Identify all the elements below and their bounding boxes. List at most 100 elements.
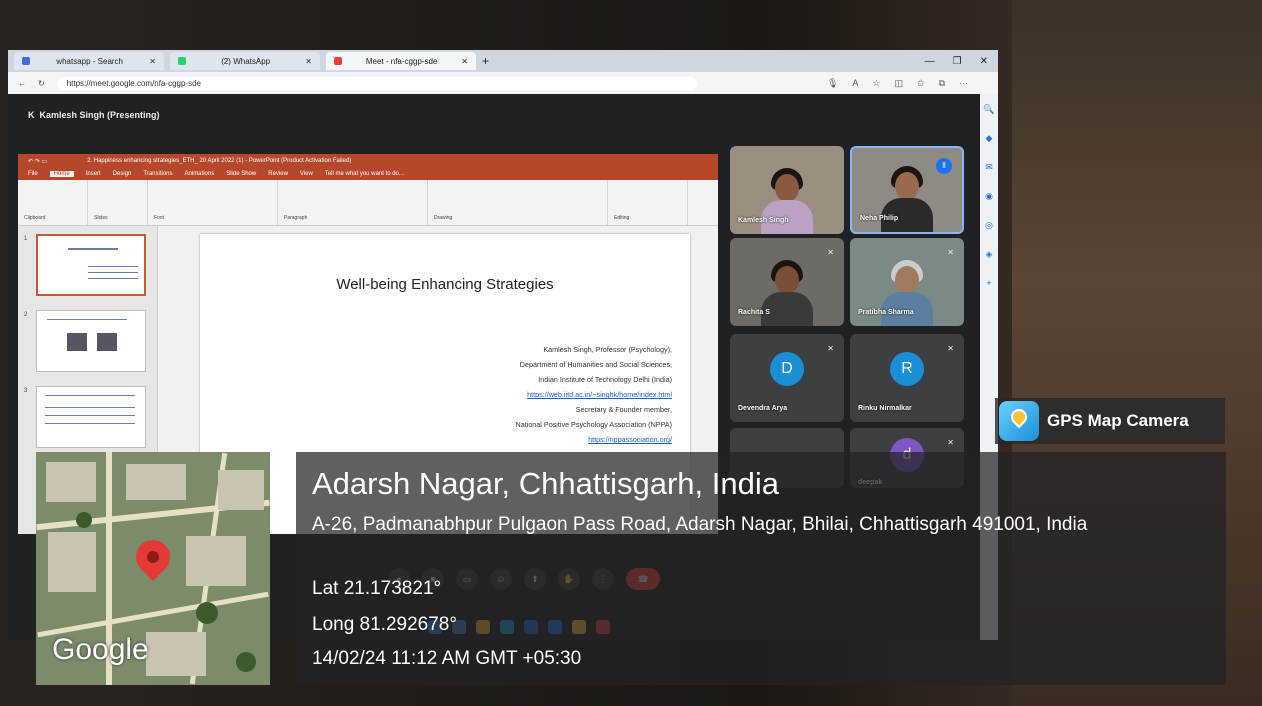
ppt-tab[interactable]: Review xyxy=(268,171,288,177)
participant-name: Rinku Nirmalkar xyxy=(858,405,912,412)
ppt-tab[interactable]: Transitions xyxy=(143,171,172,177)
slide-link[interactable]: https://web.iitd.ac.in/~singhk/home/inde… xyxy=(516,387,672,402)
close-icon[interactable]: ✕ xyxy=(980,56,988,67)
ppt-title: 2. Happiness enhancing strategies_ETH_ 2… xyxy=(87,158,352,164)
favorites-icon[interactable]: ✩ xyxy=(917,78,925,89)
gps-app-badge: GPS Map Camera xyxy=(995,398,1225,444)
slide-line: Secretary & Founder member, xyxy=(575,405,672,414)
ppt-tab[interactable]: Animations xyxy=(185,171,215,177)
whatsapp-icon xyxy=(178,57,186,65)
mic-icon[interactable]: 🎙 xyxy=(827,78,838,89)
office-icon[interactable]: ◎ xyxy=(985,220,993,231)
more-icon[interactable]: ⋯ xyxy=(959,78,968,89)
slide-number: 2 xyxy=(24,312,28,318)
timestamp: 14/02/24 11:12 AM GMT +05:30 xyxy=(312,648,582,669)
participant-tile[interactable]: R ✕ Rinku Nirmalkar xyxy=(850,334,964,422)
ppt-title-bar: ↶ ↷ ▭ 2. Happiness enhancing strategies_E… xyxy=(18,154,718,168)
ribbon-group-label: Editing xyxy=(614,215,630,221)
back-icon[interactable]: ← xyxy=(18,79,26,88)
close-icon[interactable]: ✕ xyxy=(305,57,312,66)
slide-number: 1 xyxy=(24,236,28,242)
participant-name: Pratibha Sharma xyxy=(858,309,914,316)
slide-title: Well-being Enhancing Strategies xyxy=(336,276,554,293)
map-thumbnail: Google xyxy=(36,452,270,685)
ppt-tab[interactable]: View xyxy=(300,171,313,177)
outlook-icon[interactable]: ◈ xyxy=(986,249,993,260)
slide-number: 3 xyxy=(24,388,28,394)
tools-icon[interactable]: ✉ xyxy=(985,162,993,173)
ppt-tab[interactable]: Design xyxy=(113,171,132,177)
mic-off-icon: ✕ xyxy=(947,248,954,257)
gps-camera-icon xyxy=(999,401,1039,441)
participant-tile[interactable]: ✕ Pratibha Sharma xyxy=(850,238,964,326)
ribbon-group: Paragraph xyxy=(278,180,428,225)
games-icon[interactable]: ◉ xyxy=(985,191,993,202)
slide-line: Department of Humanities and Social Scie… xyxy=(519,360,672,369)
slide-link[interactable]: https://nppassociation.org/ xyxy=(516,432,672,447)
tab-label: whatsapp - Search xyxy=(56,56,123,66)
mic-off-icon: ✕ xyxy=(947,438,954,447)
maximize-icon[interactable]: ❐ xyxy=(953,56,962,67)
location-pin-icon xyxy=(128,532,178,582)
participant-tile[interactable]: ✕ Rachita S xyxy=(730,238,844,326)
window-controls: — ❐ ✕ xyxy=(925,56,988,67)
participant-tile[interactable]: D ✕ Devendra Arya xyxy=(730,334,844,422)
participant-name: Neha Philip xyxy=(860,215,899,222)
favorite-icon[interactable]: ☆ xyxy=(872,78,880,89)
slide-author-block: Kamlesh Singh, Professor (Psychology), D… xyxy=(516,342,672,447)
close-icon[interactable]: ✕ xyxy=(149,57,156,66)
location-title: Adarsh Nagar, Chhattisgarh, India xyxy=(312,466,779,501)
participant-tile[interactable]: ⦀ Neha Philip xyxy=(850,146,964,234)
ribbon-group: Editing xyxy=(608,180,688,225)
browser-tab[interactable]: whatsapp - Search ✕ xyxy=(14,52,164,70)
ppt-tab[interactable]: Home xyxy=(49,171,74,177)
browser-tab[interactable]: Meet - nfa-cggp-sde ✕ xyxy=(326,52,476,70)
slide-thumbnail[interactable] xyxy=(36,310,146,372)
mic-off-icon: ✕ xyxy=(827,248,834,257)
participant-tile[interactable]: Kamlesh Singh xyxy=(730,146,844,234)
slide-line: Kamlesh Singh, Professor (Psychology), xyxy=(543,345,672,354)
ppt-tab[interactable]: Insert xyxy=(86,171,101,177)
add-icon[interactable]: + xyxy=(986,278,991,288)
ribbon-group-label: Slides xyxy=(94,215,108,221)
refresh-icon[interactable]: ↻ xyxy=(38,79,45,88)
speaking-indicator-icon: ⦀ xyxy=(936,158,952,174)
ribbon-group-label: Drawing xyxy=(434,215,453,221)
ppt-tell-me[interactable]: Tell me what you want to do... xyxy=(325,171,404,177)
ppt-ribbon: Clipboard Slides Font Paragraph Drawing … xyxy=(18,180,718,226)
ppt-tab[interactable]: File xyxy=(28,171,38,177)
ribbon-group: Font xyxy=(148,180,278,225)
ribbon-group-label: Font xyxy=(154,215,165,221)
browser-tab[interactable]: (2) WhatsApp ✕ xyxy=(170,52,320,70)
close-icon[interactable]: K xyxy=(28,110,40,120)
ribbon-group: Drawing xyxy=(428,180,608,225)
avatar: D xyxy=(770,352,804,387)
search-icon[interactable]: 🔍 xyxy=(983,104,994,115)
ppt-tab[interactable]: Slide Show xyxy=(226,171,256,177)
shopping-icon[interactable]: ◆ xyxy=(986,133,993,144)
search-icon xyxy=(22,57,30,65)
slide-thumbnail[interactable] xyxy=(36,386,146,448)
collections-icon[interactable]: ⧉ xyxy=(939,78,945,89)
participant-name: Kamlesh Singh xyxy=(738,217,789,224)
address-bar-row: ← ↻ https://meet.google.com/nfa-cggp-sde… xyxy=(8,72,998,94)
minimize-icon[interactable]: — xyxy=(925,56,935,67)
url-input[interactable]: https://meet.google.com/nfa-cggp-sde xyxy=(56,76,697,90)
ppt-tabs: File Home Insert Design Transitions Anim… xyxy=(18,168,718,180)
avatar: R xyxy=(890,352,924,387)
participant-name: Rachita S xyxy=(738,309,770,316)
ribbon-group-label: Paragraph xyxy=(284,215,308,221)
split-icon[interactable]: ◫ xyxy=(895,78,904,89)
record-icon xyxy=(334,57,342,65)
ppt-quick-access: ↶ ↷ ▭ xyxy=(28,158,48,165)
google-logo: Google xyxy=(52,633,149,666)
mic-off-icon: ✕ xyxy=(947,344,954,353)
new-tab-button[interactable]: + xyxy=(482,54,489,68)
location-address: A-26, Padmanabhpur Pulgaon Pass Road, Ad… xyxy=(312,514,1088,535)
read-aloud-icon[interactable]: A xyxy=(852,78,858,89)
slide-line: National Positive Psychology Association… xyxy=(515,420,672,429)
browser-tab-bar: whatsapp - Search ✕ (2) WhatsApp ✕ Meet - … xyxy=(8,50,998,72)
tab-label: Meet - nfa-cggp-sde xyxy=(365,56,438,66)
close-icon[interactable]: ✕ xyxy=(461,57,468,66)
slide-thumbnail[interactable] xyxy=(36,234,146,296)
